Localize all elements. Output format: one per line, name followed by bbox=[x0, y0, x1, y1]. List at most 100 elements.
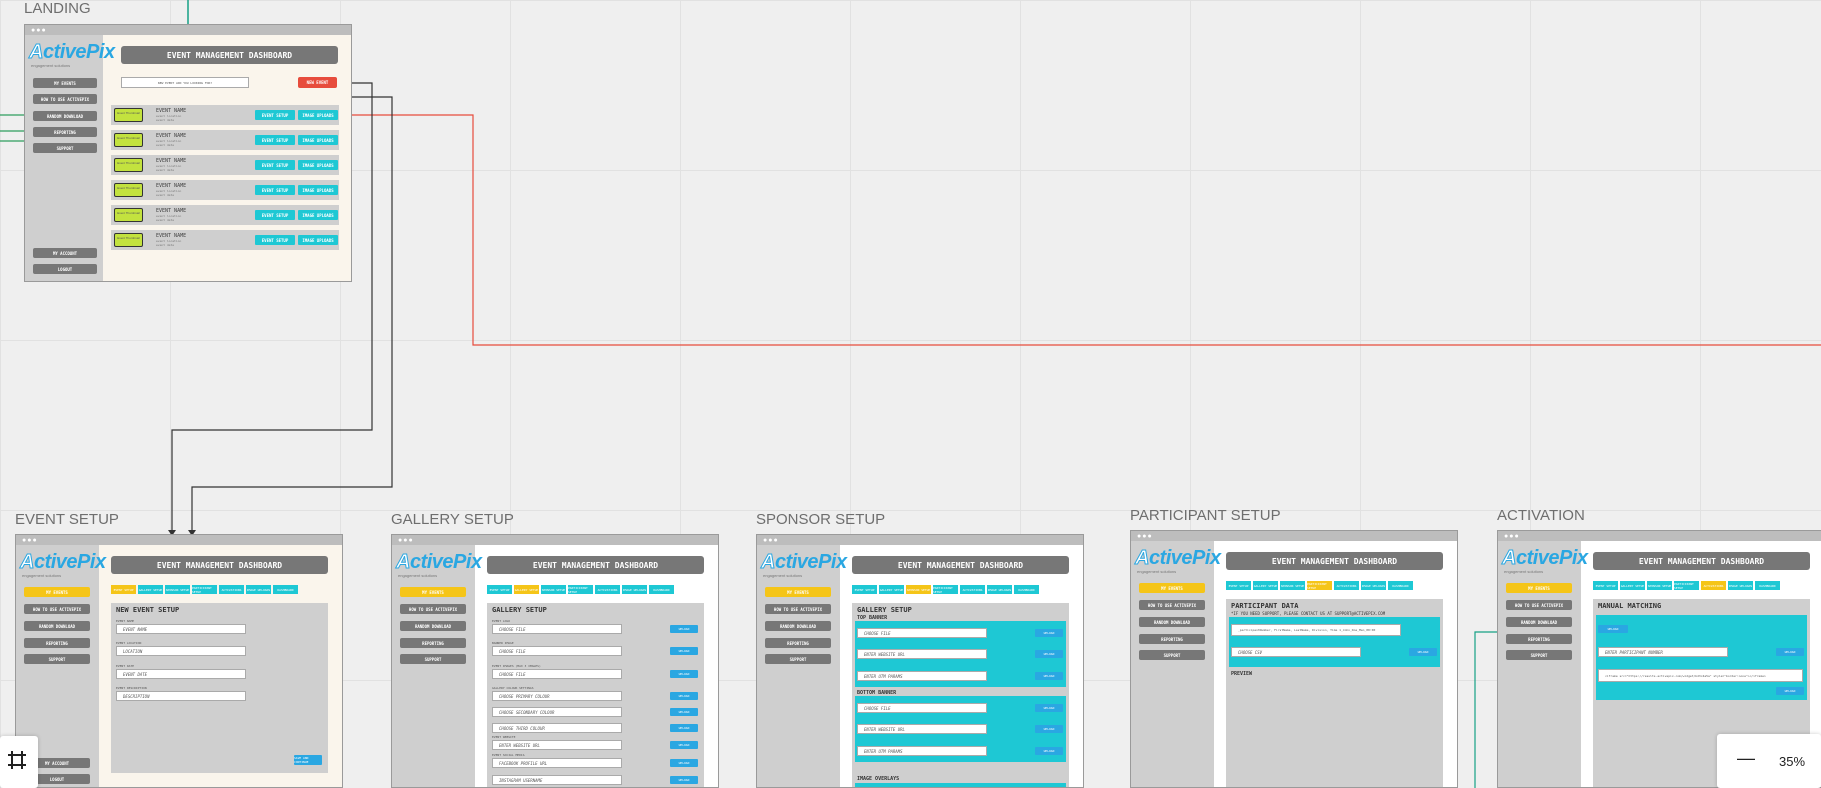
nav-random-download[interactable]: RANDOM DOWNLOAD bbox=[1139, 617, 1205, 627]
upload-button[interactable]: UPLOAD bbox=[1035, 629, 1063, 637]
nav-my-events[interactable]: MY EVENTS bbox=[1139, 583, 1205, 593]
upload-button[interactable]: UPLOAD bbox=[670, 708, 698, 716]
new-event-button[interactable]: NEW EVENT bbox=[298, 77, 337, 88]
tab-dashboard[interactable]: DASHBOARD bbox=[649, 585, 674, 594]
upload-button[interactable]: UPLOAD bbox=[1776, 687, 1804, 695]
tab-event-setup[interactable]: EVENT SETUP bbox=[1593, 581, 1618, 590]
nav-random-download[interactable]: RANDOM DOWNLOAD bbox=[24, 621, 90, 631]
nav-random-download[interactable]: RANDOM DOWNLOAD bbox=[400, 621, 466, 631]
csv-file-input[interactable]: CHOOSE CSV bbox=[1231, 647, 1361, 657]
event-description-input[interactable]: DESCRIPTION bbox=[116, 691, 246, 701]
nav-how-to[interactable]: HOW TO USE ACTIVEPIX bbox=[400, 604, 466, 614]
nav-reporting[interactable]: REPORTING bbox=[24, 638, 90, 648]
event-setup-button[interactable]: EVENT SETUP bbox=[255, 135, 295, 145]
participant-number-input[interactable]: ENTER PARTICIPANT NUMBER bbox=[1598, 647, 1728, 657]
upload-button[interactable]: UPLOAD bbox=[1776, 648, 1804, 656]
event-location-input[interactable]: LOCATION bbox=[116, 646, 246, 656]
tab-participant-setup[interactable]: PARTICIPANT SETUP bbox=[933, 585, 958, 594]
upload-button[interactable]: UPLOAD bbox=[670, 670, 698, 678]
tab-image-uploads[interactable]: IMAGE UPLOADS bbox=[987, 585, 1012, 594]
event-setup-button[interactable]: EVENT SETUP bbox=[255, 210, 295, 220]
image-uploads-button[interactable]: IMAGE UPLOADS bbox=[298, 185, 338, 195]
nav-reporting[interactable]: REPORTING bbox=[1139, 634, 1205, 644]
upload-button[interactable]: UPLOAD bbox=[670, 647, 698, 655]
nav-how-to[interactable]: HOW TO USE ACTIVEPIX bbox=[1506, 600, 1572, 610]
tab-participant-setup[interactable]: PARTICIPANT SETUP bbox=[1307, 581, 1332, 590]
tab-activations[interactable]: ACTIVATIONS bbox=[219, 585, 244, 594]
nav-my-events[interactable]: MY EVENTS bbox=[400, 587, 466, 597]
image-uploads-button[interactable]: IMAGE UPLOADS bbox=[298, 160, 338, 170]
event-setup-button[interactable]: EVENT SETUP bbox=[255, 110, 295, 120]
tab-image-uploads[interactable]: IMAGE UPLOADS bbox=[1728, 581, 1753, 590]
website-url-input[interactable]: ENTER WEBSITE URL bbox=[492, 740, 622, 750]
nav-random-download[interactable]: RANDOM DOWNLOAD bbox=[1506, 617, 1572, 627]
tab-image-uploads[interactable]: IMAGE UPLOADS bbox=[246, 585, 271, 594]
nav-random-download[interactable]: RANDOM DOWNLOAD bbox=[33, 111, 97, 121]
tab-activations[interactable]: ACTIVATIONS bbox=[960, 585, 985, 594]
tab-dashboard[interactable]: DASHBOARD bbox=[1388, 581, 1413, 590]
tab-event-setup[interactable]: EVENT SETUP bbox=[1226, 581, 1251, 590]
nav-support[interactable]: SUPPORT bbox=[24, 654, 90, 664]
nav-my-account[interactable]: MY ACCOUNT bbox=[33, 248, 97, 258]
frame-tool-icon[interactable] bbox=[6, 749, 28, 771]
tab-gallery-setup[interactable]: GALLERY SETUP bbox=[1253, 581, 1278, 590]
nav-how-to[interactable]: HOW TO USE ACTIVEPIX bbox=[24, 604, 90, 614]
event-setup-button[interactable]: EVENT SETUP bbox=[255, 185, 295, 195]
tab-activations[interactable]: ACTIVATIONS bbox=[1701, 581, 1726, 590]
nav-reporting[interactable]: REPORTING bbox=[765, 638, 831, 648]
tab-sponsor-setup[interactable]: SPONSOR SETUP bbox=[1647, 581, 1672, 590]
upload-button[interactable]: UPLOAD bbox=[670, 759, 698, 767]
tab-sponsor-setup[interactable]: SPONSOR SETUP bbox=[165, 585, 190, 594]
nav-support[interactable]: SUPPORT bbox=[765, 654, 831, 664]
nav-support[interactable]: SUPPORT bbox=[1139, 650, 1205, 660]
tab-gallery-setup[interactable]: GALLERY SETUP bbox=[879, 585, 904, 594]
top-website-input[interactable]: ENTER WEBSITE URL bbox=[857, 649, 987, 659]
image-uploads-button[interactable]: IMAGE UPLOADS bbox=[298, 135, 338, 145]
top-utm-input[interactable]: ENTER UTM PARAMS bbox=[857, 671, 987, 681]
upload-button[interactable]: UPLOAD bbox=[1035, 650, 1063, 658]
upload-button[interactable]: UPLOAD bbox=[1035, 725, 1063, 733]
nav-my-events[interactable]: MY EVENTS bbox=[765, 587, 831, 597]
nav-my-events[interactable]: MY EVENTS bbox=[1506, 583, 1572, 593]
tab-participant-setup[interactable]: PARTICIPANT SETUP bbox=[568, 585, 593, 594]
event-name-input[interactable]: EVENT NAME bbox=[116, 624, 246, 634]
tab-participant-setup[interactable]: PARTICIPANT SETUP bbox=[1674, 581, 1699, 590]
image-uploads-button[interactable]: IMAGE UPLOADS bbox=[298, 235, 338, 245]
bottom-website-input[interactable]: ENTER WEBSITE URL bbox=[857, 724, 987, 734]
logo-file-input[interactable]: CHOOSE FILE bbox=[492, 624, 622, 634]
tab-sponsor-setup[interactable]: SPONSOR SETUP bbox=[1280, 581, 1305, 590]
nav-logout[interactable]: LOGOUT bbox=[33, 264, 97, 274]
event-date-input[interactable]: EVENT DATE bbox=[116, 669, 246, 679]
nav-random-download[interactable]: RANDOM DOWNLOAD bbox=[765, 621, 831, 631]
upload-button[interactable]: UPLOAD bbox=[1409, 648, 1437, 656]
embed-code-field[interactable]: <iframe src="https://results.activepix.c… bbox=[1598, 669, 1803, 682]
tab-sponsor-setup[interactable]: SPONSOR SETUP bbox=[906, 585, 931, 594]
upload-button[interactable]: UPLOAD bbox=[670, 776, 698, 784]
upload-button[interactable]: UPLOAD bbox=[1035, 747, 1063, 755]
event-setup-button[interactable]: EVENT SETUP bbox=[255, 160, 295, 170]
primary-colour-input[interactable]: CHOOSE PRIMARY COLOUR bbox=[492, 691, 622, 701]
tab-activations[interactable]: ACTIVATIONS bbox=[595, 585, 620, 594]
nav-reporting[interactable]: REPORTING bbox=[33, 127, 97, 137]
nav-reporting[interactable]: REPORTING bbox=[400, 638, 466, 648]
nav-how-to[interactable]: HOW TO USE ACTIVEPIX bbox=[1139, 600, 1205, 610]
save-continue-button[interactable]: SAVE AND CONTINUE bbox=[294, 755, 322, 765]
banner-file-input[interactable]: CHOOSE FILE bbox=[492, 646, 622, 656]
tab-image-uploads[interactable]: IMAGE UPLOADS bbox=[622, 585, 647, 594]
event-images-input[interactable]: CHOOSE FILE bbox=[492, 669, 622, 679]
image-uploads-button[interactable]: IMAGE UPLOADS bbox=[298, 110, 338, 120]
event-setup-button[interactable]: EVENT SETUP bbox=[255, 235, 295, 245]
upload-button[interactable]: UPLOAD bbox=[670, 692, 698, 700]
instagram-input[interactable]: INSTAGRAM USERNAME bbox=[492, 775, 622, 785]
nav-support[interactable]: SUPPORT bbox=[1506, 650, 1572, 660]
upload-button[interactable]: UPLOAD bbox=[1035, 672, 1063, 680]
tab-sponsor-setup[interactable]: SPONSOR SETUP bbox=[541, 585, 566, 594]
top-banner-file-input[interactable]: CHOOSE FILE bbox=[857, 628, 987, 638]
upload-button[interactable]: UPLOAD bbox=[670, 625, 698, 633]
bottom-banner-file-input[interactable]: CHOOSE FILE bbox=[857, 703, 987, 713]
nav-how-to[interactable]: HOW TO USE ACTIVEPIX bbox=[33, 94, 97, 104]
tab-dashboard[interactable]: DASHBOARD bbox=[1014, 585, 1039, 594]
tab-event-setup[interactable]: EVENT SETUP bbox=[852, 585, 877, 594]
tab-image-uploads[interactable]: IMAGE UPLOADS bbox=[1361, 581, 1386, 590]
nav-reporting[interactable]: REPORTING bbox=[1506, 634, 1572, 644]
